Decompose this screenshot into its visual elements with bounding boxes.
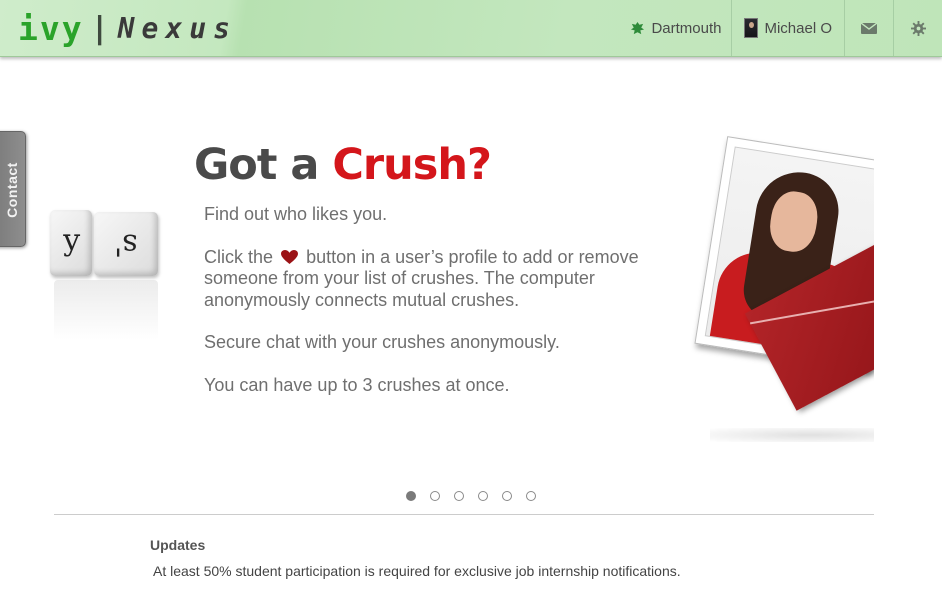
crush-photo-illustration bbox=[690, 132, 874, 442]
copy-line-4: You can have up to 3 crushes at once. bbox=[204, 374, 510, 395]
contact-tab[interactable]: Contact bbox=[0, 131, 26, 247]
user-avatar bbox=[744, 18, 759, 38]
pager-dot[interactable] bbox=[406, 491, 416, 501]
pager-dot[interactable] bbox=[454, 491, 464, 501]
copy-line-1: Find out who likes you. bbox=[204, 204, 388, 224]
dice-reflection bbox=[54, 280, 158, 340]
heart-icon bbox=[281, 249, 299, 264]
user-name: Michael O bbox=[764, 19, 832, 37]
updates-text: At least 50% student participation is re… bbox=[153, 563, 681, 579]
pager-dot[interactable] bbox=[478, 491, 488, 501]
copy-line-3: Secure chat with your crushes anonymousl… bbox=[204, 332, 560, 352]
ivy-nexus-logo[interactable]: ivy | Nexus bbox=[18, 8, 237, 48]
copy-line-2-before: Click the bbox=[204, 246, 274, 267]
header-nav: Dartmouth Michael O bbox=[618, 0, 942, 56]
settings-button[interactable] bbox=[893, 0, 942, 56]
logo-separator: | bbox=[90, 10, 111, 46]
messages-button[interactable] bbox=[844, 0, 893, 56]
updates-title: Updates bbox=[150, 537, 206, 553]
die-left: ʎ bbox=[50, 210, 92, 276]
logo-ivy: ivy bbox=[18, 8, 84, 48]
school-link[interactable]: Dartmouth bbox=[618, 0, 731, 56]
slide-copy: Find out who likes you. Click the button… bbox=[204, 204, 644, 417]
mail-icon bbox=[861, 22, 877, 34]
slide-headline: Got a Crush? bbox=[194, 140, 492, 190]
user-profile-link[interactable]: Michael O bbox=[731, 0, 844, 56]
headline-got-a: Got a bbox=[194, 140, 333, 190]
photo-shadow bbox=[710, 428, 874, 442]
logo-nexus: Nexus bbox=[117, 11, 237, 45]
pager-dot[interactable] bbox=[526, 491, 536, 501]
die-right: s' bbox=[94, 212, 158, 276]
pager-dot[interactable] bbox=[502, 491, 512, 501]
headline-crush: Crush? bbox=[332, 140, 492, 190]
feature-slide: ʎ s' Got a Crush? Find out who likes you… bbox=[50, 120, 874, 450]
copy-line-2: Click the button in a user’s profile to … bbox=[204, 247, 644, 312]
pager-dot[interactable] bbox=[430, 491, 440, 501]
leaf-icon bbox=[631, 21, 645, 34]
gear-icon bbox=[910, 20, 926, 36]
contact-tab-label: Contact bbox=[4, 162, 20, 218]
top-bar: ivy | Nexus Dartmouth Michael O bbox=[0, 0, 942, 57]
school-label: Dartmouth bbox=[651, 19, 722, 37]
section-divider bbox=[54, 514, 874, 515]
dice-image: ʎ s' bbox=[50, 206, 162, 356]
slide-pager bbox=[406, 491, 536, 501]
